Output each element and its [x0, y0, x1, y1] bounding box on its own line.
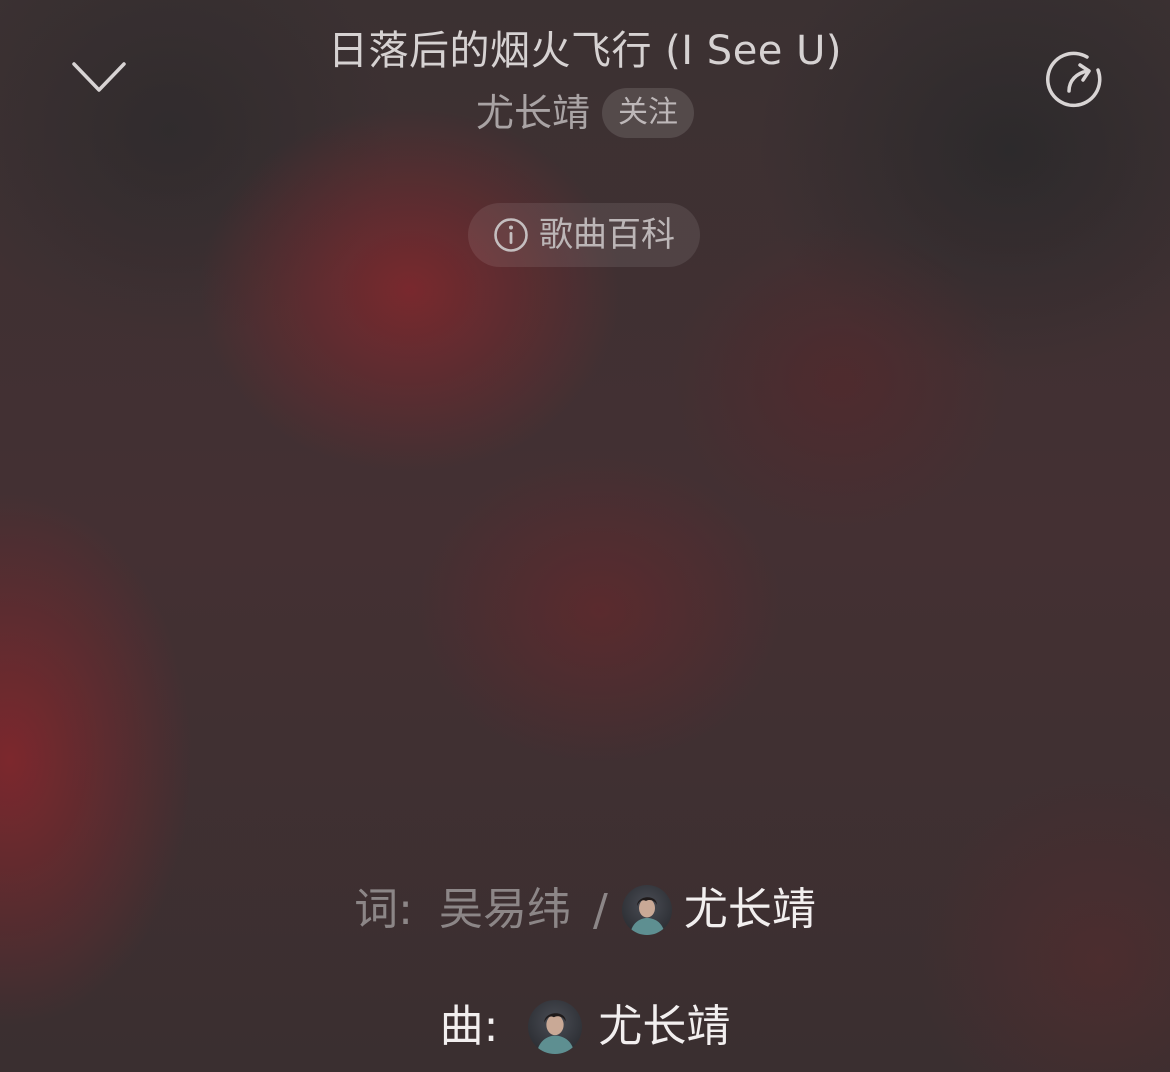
song-wiki-button[interactable]: 歌曲百科 [468, 203, 700, 267]
avatar[interactable] [528, 1000, 583, 1054]
lyricist-credit: 词: 吴易纬 / 尤长靖 [0, 880, 1170, 940]
artist-name[interactable]: 尤长靖 [476, 89, 590, 137]
share-button[interactable] [1046, 49, 1108, 111]
composer-artist-link[interactable]: 尤长靖 [598, 997, 730, 1057]
avatar[interactable] [621, 885, 672, 935]
song-title: 日落后的烟火飞行 (I See U) [327, 28, 843, 74]
now-playing-screen: 日落后的烟火飞行 (I See U) 尤长靖 关注 歌曲百科 词: 吴易纬 / [0, 0, 1170, 1072]
lyricist-name: 吴易纬 [439, 884, 571, 935]
follow-button[interactable]: 关注 [602, 88, 694, 138]
composer-credit: 曲: 尤长靖 [0, 997, 1170, 1057]
info-icon [494, 218, 528, 252]
credit-separator: / [593, 884, 608, 936]
lyricist-label: 词: [354, 884, 413, 935]
lyricist-artist-link[interactable]: 尤长靖 [684, 880, 816, 940]
song-wiki-label: 歌曲百科 [539, 215, 675, 255]
artist-row: 尤长靖 关注 [0, 88, 1170, 138]
composer-label: 曲: [439, 1001, 499, 1052]
share-icon [1046, 51, 1102, 108]
